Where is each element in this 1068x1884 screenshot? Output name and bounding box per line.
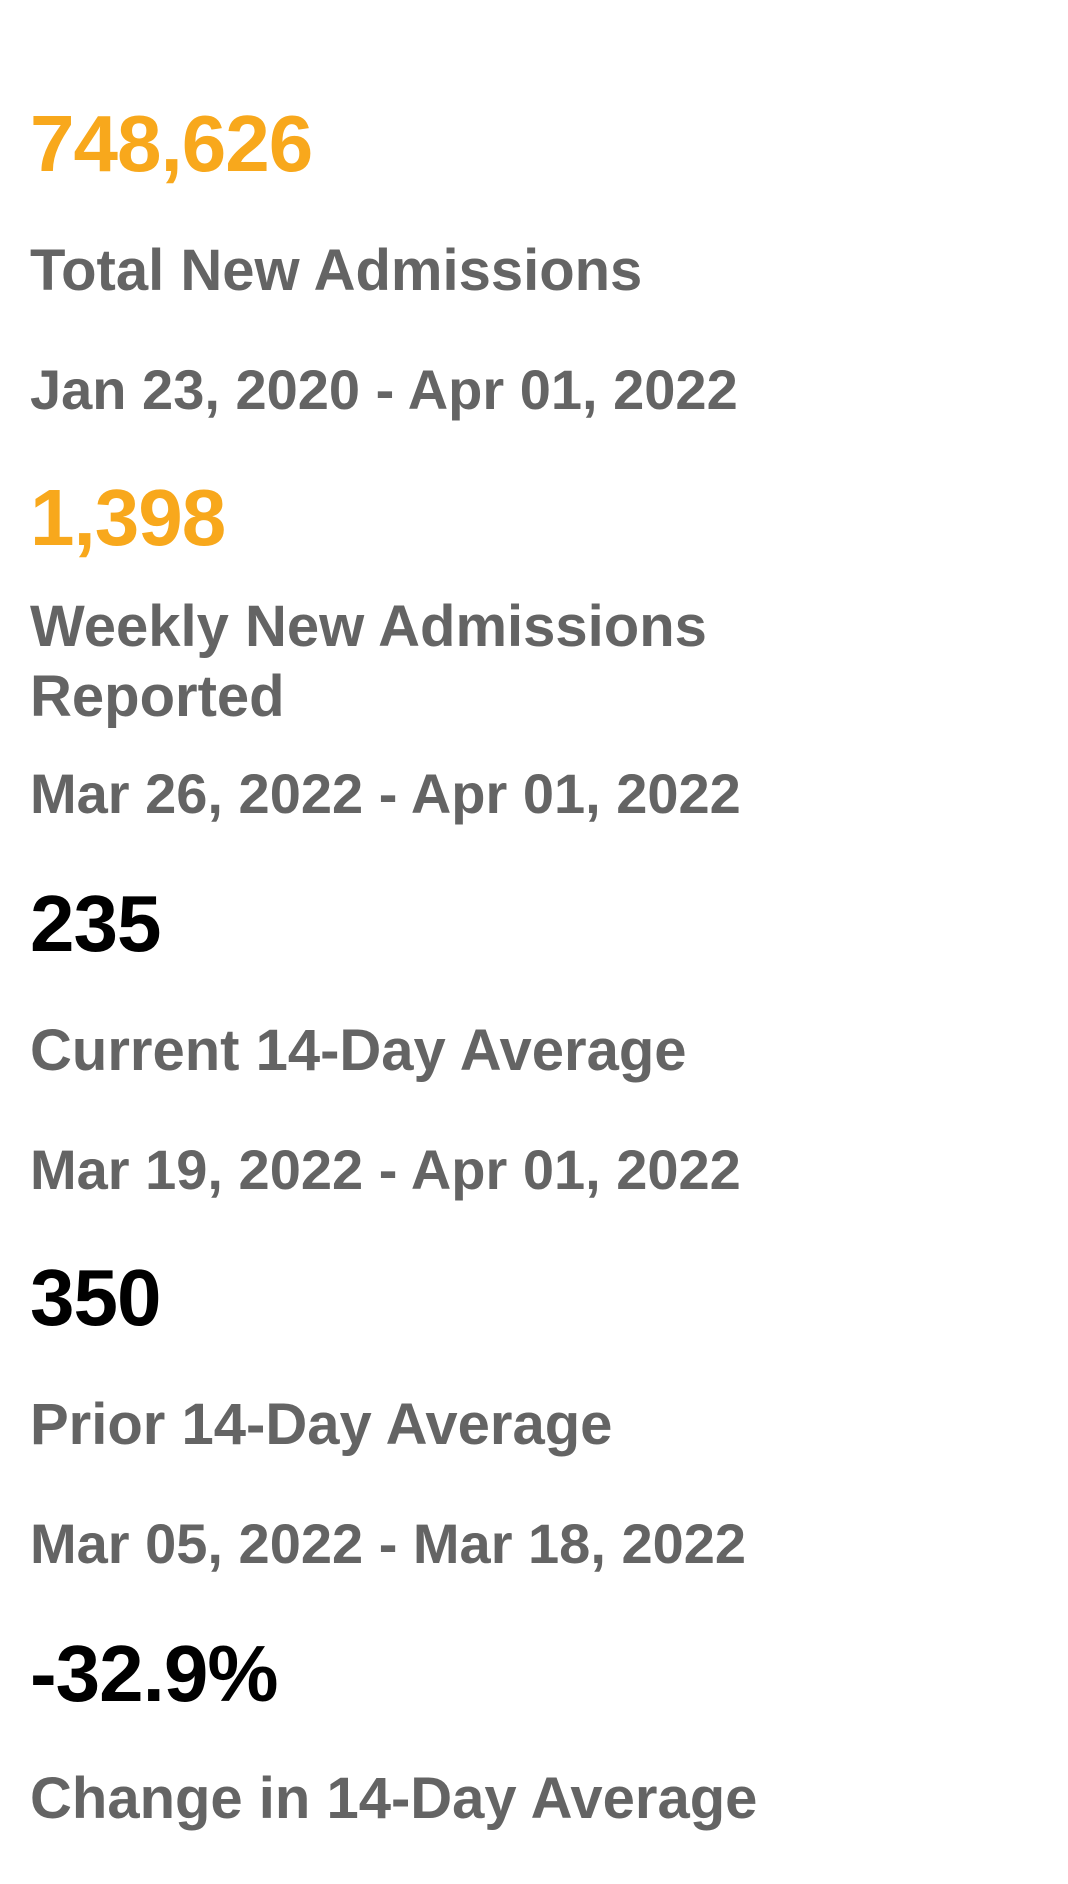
- total-admissions-label: Total New Admissions: [30, 238, 643, 303]
- current-average-value: 235: [30, 879, 161, 968]
- weekly-admissions-label: Weekly New Admissions Reported: [30, 592, 707, 732]
- change-average-label: Change in 14-Day Average: [30, 1766, 758, 1831]
- current-average-label: Current 14-Day Average: [30, 1018, 687, 1083]
- weekly-admissions-value: 1,398: [30, 473, 226, 562]
- total-admissions-value: 748,626: [30, 99, 313, 188]
- weekly-admissions-label-line2: Reported: [30, 664, 285, 729]
- prior-average-value: 350: [30, 1253, 161, 1342]
- total-admissions-range: Jan 23, 2020 - Apr 01, 2022: [30, 358, 738, 421]
- weekly-admissions-label-line1: Weekly New Admissions: [30, 594, 707, 659]
- prior-average-label: Prior 14-Day Average: [30, 1392, 613, 1457]
- current-average-range: Mar 19, 2022 - Apr 01, 2022: [30, 1138, 741, 1201]
- change-average-value: -32.9%: [30, 1629, 278, 1718]
- weekly-admissions-range: Mar 26, 2022 - Apr 01, 2022: [30, 762, 741, 825]
- prior-average-range: Mar 05, 2022 - Mar 18, 2022: [30, 1512, 747, 1575]
